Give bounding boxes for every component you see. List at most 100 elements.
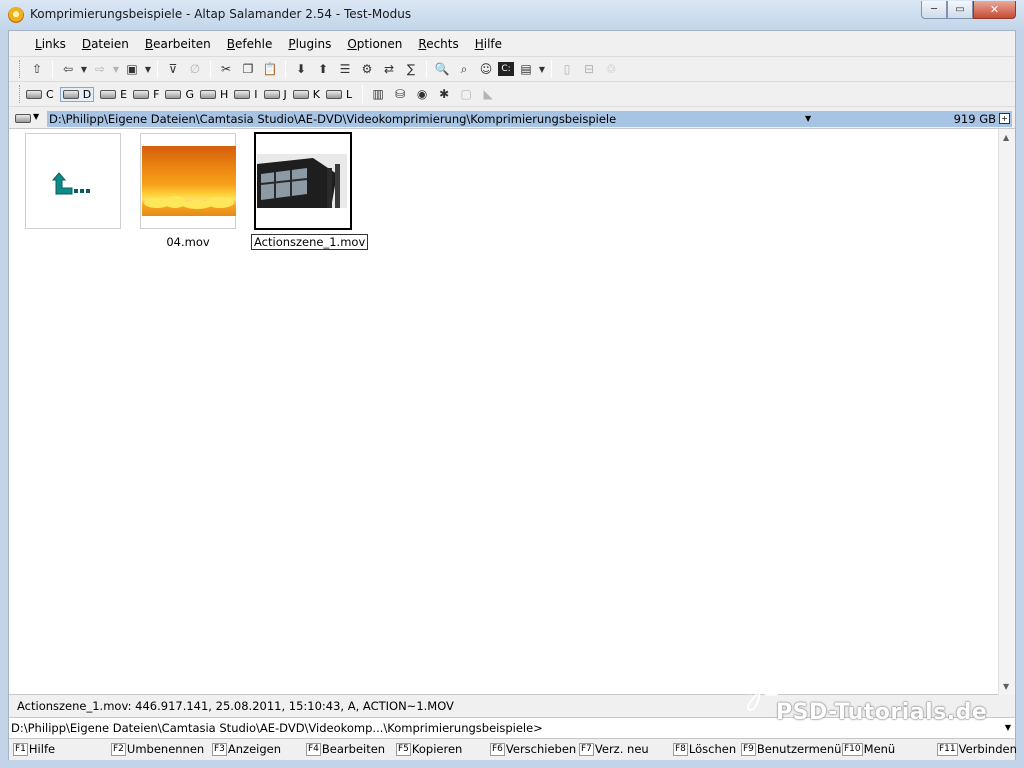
drive-button-g[interactable]: G [165, 88, 194, 101]
menu-hilfe[interactable]: Hilfe [467, 37, 510, 51]
forward-dropdown-icon[interactable]: ▼ [112, 59, 120, 79]
drive-button-d[interactable]: D [59, 86, 95, 102]
forward-icon[interactable]: ⇨ [90, 59, 110, 79]
parent-dir-icon[interactable]: ⇧ [27, 59, 47, 79]
drive-button-f[interactable]: F [133, 88, 159, 101]
maximize-button[interactable]: ▭ [947, 1, 973, 19]
system-drive-icon [26, 89, 42, 99]
watermark: PSD-Tutorials.de [776, 700, 988, 725]
fkey-f4-button[interactable]: F4 Bearbeiten [306, 739, 385, 760]
panel-view-icon[interactable]: ▤ [516, 59, 536, 79]
toolbar-separator [157, 60, 158, 78]
file-name[interactable]: 04.mov [140, 235, 236, 249]
file-name-focused[interactable]: Actionszene_1.mov [251, 234, 369, 250]
filter-off-icon[interactable]: ∅ [185, 59, 205, 79]
salamander-app-icon[interactable] [8, 7, 24, 23]
hard-drive-icon [234, 89, 251, 99]
calculate-size-icon[interactable]: ∑ [401, 59, 421, 79]
hard-drive-icon [292, 89, 309, 99]
scroll-down-icon[interactable]: ▼ [1003, 682, 1009, 691]
menu-rechts[interactable]: Rechts [410, 37, 466, 51]
copy-icon[interactable]: ❐ [238, 59, 258, 79]
menu-bar: Links Dateien Bearbeiten Befehle Plugins… [9, 31, 1015, 57]
drive-button-j[interactable]: J [263, 88, 287, 101]
back-icon[interactable]: ⇦ [58, 59, 78, 79]
find-duplicates-icon[interactable]: ⌕ [454, 59, 474, 79]
path-history-dropdown-icon[interactable]: ▼ [805, 111, 811, 127]
network-icon[interactable]: ⊟ [579, 59, 599, 79]
menu-optionen[interactable]: Optionen [339, 37, 410, 51]
title-bar[interactable]: Komprimierungsbeispiele - Altap Salamand… [0, 0, 1024, 30]
pack-icon[interactable]: ⬇ [291, 59, 311, 79]
unpack-icon[interactable]: ⬆ [313, 59, 333, 79]
file-panel[interactable]: 04.mov Actionszene_1.mov ▲ ▼ [9, 129, 1015, 695]
ftp-icon[interactable]: ⛁ [390, 84, 410, 104]
menu-links[interactable]: Links [27, 37, 74, 51]
command-shell-icon[interactable]: C: [498, 62, 514, 76]
drive-button-k[interactable]: K [292, 88, 320, 101]
hot-paths-dropdown-icon[interactable]: ▼ [144, 59, 152, 79]
drive-button-l[interactable]: L [325, 88, 352, 101]
back-dropdown-icon[interactable]: ▼ [80, 59, 88, 79]
fkey-f3-button[interactable]: F3 Anzeigen [212, 739, 281, 760]
window-title: Komprimierungsbeispiele - Altap Salamand… [30, 7, 412, 21]
fkey-f7-button[interactable]: F7 Verz. neu [579, 739, 649, 760]
plugin-fs-icon[interactable]: ✱ [434, 84, 454, 104]
find-icon[interactable]: 🔍 [432, 59, 452, 79]
documents-icon[interactable]: ▥ [368, 84, 388, 104]
drive-bar-grip[interactable] [19, 85, 22, 103]
toolbar-separator [285, 60, 286, 78]
fkey-f1-button[interactable]: F1 Hilfe [13, 739, 55, 760]
current-drive-icon[interactable] [15, 114, 31, 123]
close-button[interactable]: ✕ [973, 1, 1016, 19]
disconnect-icon[interactable]: ◣ [478, 84, 498, 104]
directory-line: ▼ D:\Philipp\Eigene Dateien\Camtasia Stu… [9, 109, 1015, 129]
drive-button-h[interactable]: H [199, 88, 228, 101]
fkey-f5-button[interactable]: F5 Kopieren [396, 739, 462, 760]
panel-view-dropdown-icon[interactable]: ▼ [538, 59, 546, 79]
minimize-button[interactable]: ─ [921, 1, 947, 19]
menu-dateien[interactable]: Dateien [74, 37, 137, 51]
fkey-f9-button[interactable]: F9 Benutzermenü [741, 739, 841, 760]
compare-directories-icon[interactable]: ⇄ [379, 59, 399, 79]
toolbar-grip[interactable] [19, 60, 22, 78]
hard-drive-icon [62, 89, 79, 99]
properties-icon[interactable]: ☰ [335, 59, 355, 79]
archive-icon[interactable]: ▢ [456, 84, 476, 104]
drive-button-c[interactable]: C [26, 88, 54, 101]
file-tile[interactable] [140, 133, 236, 229]
current-path[interactable]: D:\Philipp\Eigene Dateien\Camtasia Studi… [47, 111, 1012, 127]
scroll-up-icon[interactable]: ▲ [1003, 133, 1009, 142]
file-tile-selected[interactable] [254, 132, 352, 230]
drive-button-e[interactable]: E [100, 88, 127, 101]
change-attributes-icon[interactable]: ⚙ [357, 59, 377, 79]
command-prompt: D:\Philipp\Eigene Dateien\Camtasia Studi… [11, 721, 543, 735]
drive-dropdown-icon[interactable]: ▼ [33, 112, 39, 121]
drive-button-i[interactable]: I [234, 88, 258, 101]
fkey-f11-button[interactable]: F11 Verbinden [937, 739, 1017, 760]
network-drive-icon[interactable]: ◉ [412, 84, 432, 104]
clipboard-icon[interactable]: ▯ [557, 59, 577, 79]
filter-icon[interactable]: ⊽ [163, 59, 183, 79]
toolbar-separator [210, 60, 211, 78]
vertical-scrollbar[interactable]: ▲ ▼ [998, 129, 1015, 695]
zoom-panel-icon[interactable]: + [999, 113, 1010, 124]
recycle-bin-icon[interactable]: ♲ [601, 59, 621, 79]
menu-plugins[interactable]: Plugins [280, 37, 339, 51]
menu-befehle[interactable]: Befehle [219, 37, 281, 51]
hot-paths-icon[interactable]: ▣ [122, 59, 142, 79]
up-dir-tile[interactable] [25, 133, 121, 229]
function-key-bar: F1 Hilfe F2 Umbenennen F3 Anzeigen F4 Bearbe… [9, 739, 1017, 760]
hard-drive-icon [165, 89, 182, 99]
cut-icon[interactable]: ✂ [216, 59, 236, 79]
toolbar-separator [52, 60, 53, 78]
fkey-f8-button[interactable]: F8 Löschen [673, 739, 736, 760]
hard-drive-icon [100, 89, 117, 99]
fkey-f6-button[interactable]: F6 Verschieben [490, 739, 576, 760]
fkey-f10-button[interactable]: F10 Menü [842, 739, 895, 760]
menu-bearbeiten[interactable]: Bearbeiten [137, 37, 219, 51]
command-history-dropdown-icon[interactable]: ▼ [1005, 718, 1011, 738]
paste-icon[interactable]: 📋 [260, 59, 280, 79]
user-menu-icon[interactable]: ☺ [476, 59, 496, 79]
fkey-f2-button[interactable]: F2 Umbenennen [111, 739, 204, 760]
